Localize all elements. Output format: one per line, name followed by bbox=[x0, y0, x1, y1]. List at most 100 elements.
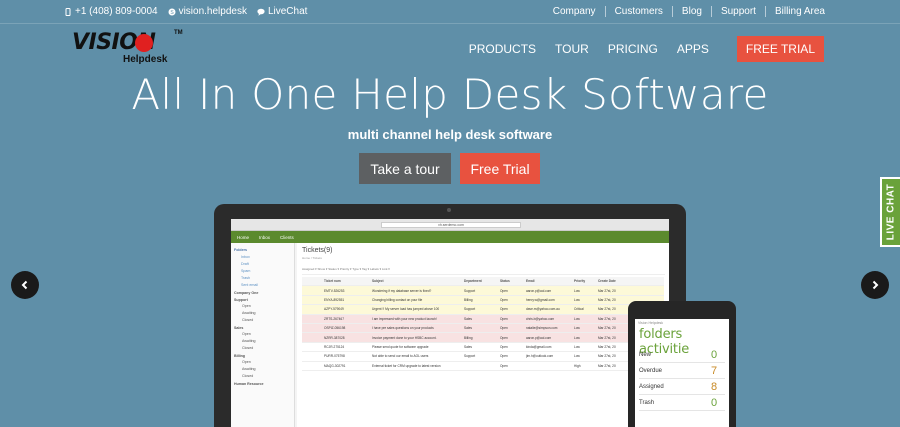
livechat-label: LiveChat bbox=[267, 6, 308, 17]
table-header-cell: Email bbox=[526, 279, 535, 284]
table-cell: kinda@gmail.com bbox=[526, 344, 552, 349]
table-cell: Low bbox=[574, 316, 580, 321]
table-cell: I am impressed with your new product lau… bbox=[372, 316, 437, 321]
top-link-blog[interactable]: Blog bbox=[671, 6, 711, 17]
table-cell: Low bbox=[574, 326, 580, 331]
sidebar-folder: Inbox bbox=[241, 254, 250, 259]
table-cell: aaron.p@aol.com bbox=[526, 335, 552, 340]
table-cell: henry.w@gmail.com bbox=[526, 297, 555, 302]
table-cell: dave.m@yahoo.com.au bbox=[526, 307, 560, 312]
sidebar-subitem: Awaiting bbox=[242, 310, 256, 315]
logo-subtitle: Helpdesk bbox=[123, 54, 168, 65]
app-body: Folders Inbox Draft Spam Trash Sent email Comp… bbox=[231, 243, 669, 427]
table-row: RCJR-275124 Please send quote for softwar… bbox=[302, 343, 664, 353]
table-cell: aaron.p@aol.com bbox=[526, 288, 552, 293]
table-cell: Open bbox=[500, 307, 508, 312]
carousel-prev-button[interactable] bbox=[11, 271, 39, 299]
table-cell: Open bbox=[500, 344, 508, 349]
table-cell: Support bbox=[464, 354, 476, 359]
phone-folder-count: 0 bbox=[710, 396, 718, 409]
skype-contact[interactable]: S vision.helpdesk bbox=[168, 6, 247, 17]
nav-pricing[interactable]: PRICING bbox=[608, 42, 658, 56]
nav-apps[interactable]: APPS bbox=[677, 42, 709, 56]
tickets-breadcrumb: Home / Tickets bbox=[302, 256, 322, 260]
main-nav: PRODUCTS TOUR PRICING APPS FREE TRIAL bbox=[450, 36, 824, 62]
tickets-toolbar: Assigned ▾ Show ▾ Status ▾ Priority ▾ Ty… bbox=[302, 267, 665, 275]
take-tour-button[interactable]: Take a tour bbox=[359, 153, 451, 184]
top-link-customers[interactable]: Customers bbox=[604, 6, 672, 17]
table-cell: Billing bbox=[464, 297, 473, 302]
phone-mockup: Vision Helpdesk folders activitie New 0 Ov… bbox=[628, 301, 736, 427]
table-cell: Low bbox=[574, 344, 580, 349]
phone-folder-label: New bbox=[639, 351, 652, 358]
livechat-link[interactable]: LiveChat bbox=[257, 6, 307, 17]
table-cell: Low bbox=[574, 335, 580, 340]
top-link-support[interactable]: Support bbox=[710, 6, 765, 17]
table-cell: I have pre sales questions on your produ… bbox=[372, 326, 434, 331]
laptop-mockup: vh.serdemo.com Home Inbox Clients Folder… bbox=[214, 204, 686, 427]
table-cell: natalie@simpson.com bbox=[526, 326, 558, 331]
sidebar-subitem: Closed bbox=[242, 345, 254, 350]
phone-icon bbox=[65, 7, 71, 16]
sidebar-section: Company One bbox=[234, 291, 259, 295]
table-cell: EMTV-526253 bbox=[324, 288, 345, 293]
sidebar-subitem: Open bbox=[242, 359, 251, 364]
table-header-cell: Department bbox=[464, 279, 482, 284]
hero-subhead: multi channel help desk software bbox=[347, 127, 553, 142]
phone-contact[interactable]: +1 (408) 809-0004 bbox=[64, 6, 158, 17]
phone-folder-row: Trash 0 bbox=[639, 395, 725, 411]
table-header-row: Ticket num Subject Department Status Email Pr… bbox=[302, 277, 664, 287]
hero-headline: All In One Help Desk Software bbox=[131, 70, 769, 119]
table-cell: RCJR-275124 bbox=[324, 344, 345, 349]
table-cell: Support bbox=[464, 288, 476, 293]
table-cell: Open bbox=[500, 363, 508, 368]
phone-folder-count: 0 bbox=[710, 348, 718, 361]
table-cell: PURR-075798 bbox=[324, 354, 345, 359]
table-cell: Open bbox=[500, 288, 508, 293]
table-header-cell: Create Date bbox=[598, 279, 616, 284]
table-cell: NZRR-387028 bbox=[324, 335, 345, 340]
table-header-cell: Ticket num bbox=[324, 279, 341, 284]
carousel-next-button[interactable] bbox=[861, 271, 889, 299]
app-nav-home: Home bbox=[237, 234, 250, 240]
sidebar-subitem: Closed bbox=[242, 373, 254, 378]
table-cell: Not able to send our email to AOL users bbox=[372, 354, 429, 359]
nav-tour[interactable]: TOUR bbox=[555, 42, 589, 56]
top-link-billing[interactable]: Billing Area bbox=[764, 6, 834, 17]
table-cell: Please send quote for software upgrade bbox=[372, 344, 429, 349]
table-cell: Critical bbox=[574, 307, 584, 312]
live-chat-tab[interactable]: LIVE CHAT bbox=[880, 177, 900, 247]
table-cell: chris.b@yahoo.com bbox=[526, 316, 555, 321]
skype-handle: vision.helpdesk bbox=[178, 6, 247, 17]
table-cell: Open bbox=[500, 326, 508, 331]
chevron-left-icon bbox=[21, 280, 28, 290]
nav-products[interactable]: PRODUCTS bbox=[469, 42, 536, 56]
table-row: PURR-075798 Not able to send our email to… bbox=[302, 352, 664, 362]
live-chat-tab-label: LIVE CHAT bbox=[885, 183, 897, 241]
brand-logo[interactable]: VISION TM Helpdesk bbox=[70, 30, 185, 68]
nav-free-trial-button[interactable]: FREE TRIAL bbox=[736, 36, 824, 62]
phone-folder-row: Assigned 8 bbox=[639, 379, 725, 395]
sidebar-section: Human Resource bbox=[234, 382, 264, 386]
table-cell: Sales bbox=[464, 344, 472, 349]
skype-icon: S bbox=[168, 8, 176, 16]
top-links: Company Customers Blog Support Billing A… bbox=[544, 6, 834, 17]
table-cell: Open bbox=[500, 297, 508, 302]
sidebar-subitem: Open bbox=[242, 331, 251, 336]
phone-title: folders activitie bbox=[639, 327, 690, 357]
sidebar-subitem: Awaiting bbox=[242, 338, 256, 343]
browser-bar: vh.serdemo.com bbox=[231, 219, 669, 231]
sidebar-subitem: Open bbox=[242, 303, 251, 308]
logo-tm: TM bbox=[174, 30, 183, 36]
chat-icon bbox=[257, 8, 265, 16]
sidebar-folder: Spam bbox=[241, 268, 251, 273]
table-cell: Open bbox=[500, 335, 508, 340]
free-trial-button[interactable]: Free Trial bbox=[460, 153, 540, 184]
table-row: NZRR-387028 Invoice payment done to your … bbox=[302, 333, 664, 343]
app-nav-inbox: Inbox bbox=[259, 234, 271, 240]
app-sidebar: Folders Inbox Draft Spam Trash Sent email Comp… bbox=[231, 243, 295, 427]
phone-folder-count: 8 bbox=[710, 380, 718, 393]
top-link-company[interactable]: Company bbox=[544, 6, 605, 17]
table-cell: Open bbox=[500, 354, 508, 359]
table-row: ENYA-892551 Changing billing contact on y… bbox=[302, 295, 664, 306]
